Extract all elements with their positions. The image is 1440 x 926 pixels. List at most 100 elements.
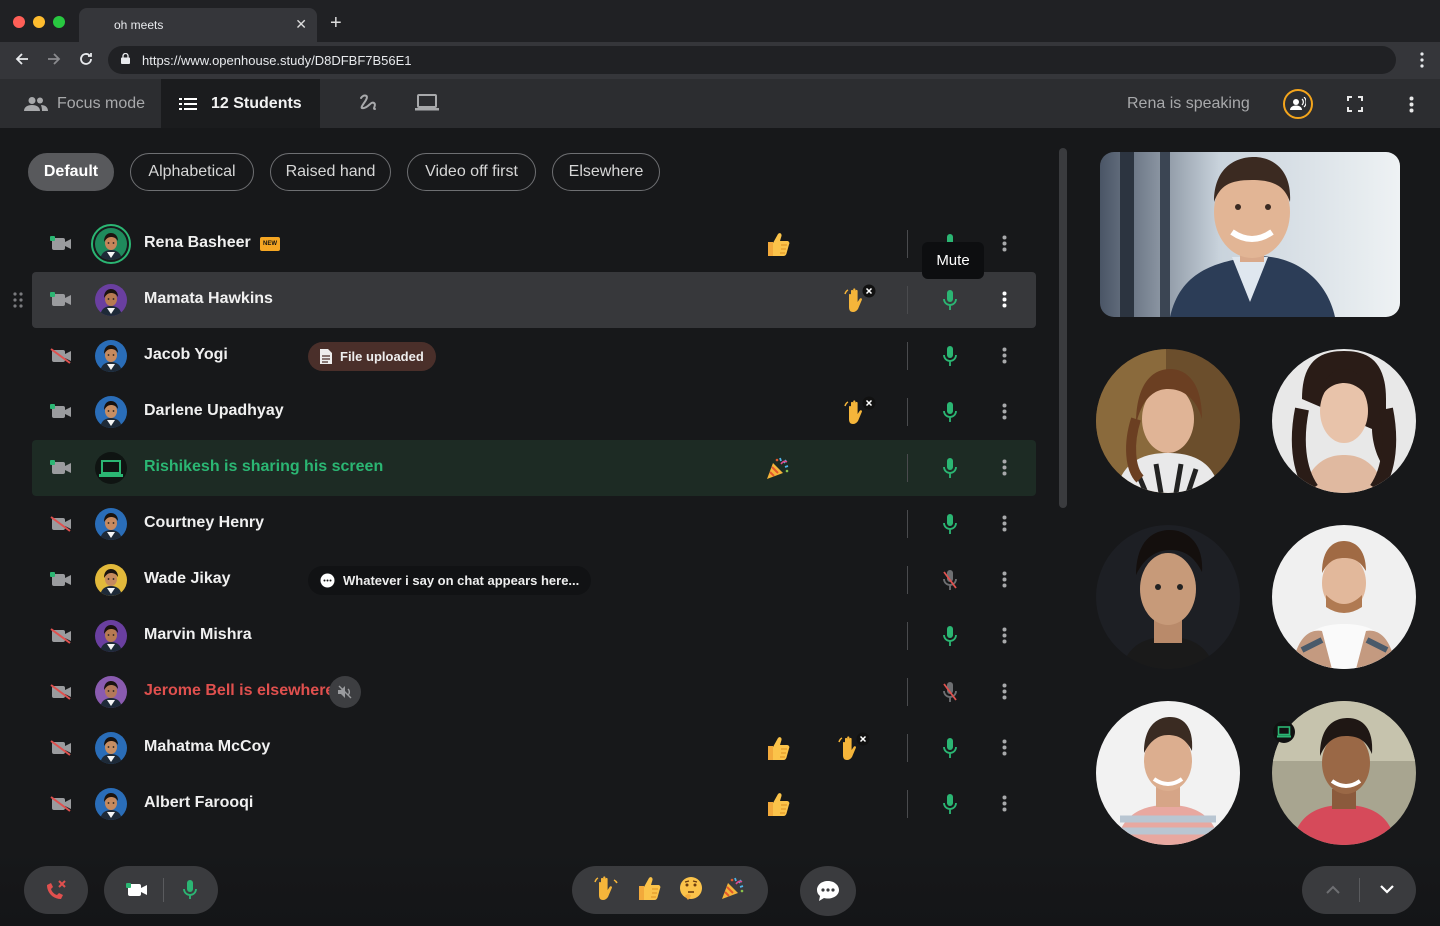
students-tab[interactable]: 12 Students [161, 79, 320, 128]
url-text: https://www.openhouse.study/D8DFBF7B56E1 [142, 53, 412, 68]
camera-off-icon [50, 796, 72, 817]
row-more-icon[interactable] [1002, 291, 1007, 313]
address-bar[interactable]: https://www.openhouse.study/D8DFBF7B56E1 [108, 46, 1396, 74]
mic-on-icon[interactable] [943, 401, 957, 428]
close-tab-icon[interactable]: ✕ [295, 16, 307, 33]
leave-call-button[interactable] [24, 866, 88, 914]
list-scrollbar[interactable] [1059, 148, 1067, 508]
filter-video-off-first[interactable]: Video off first [407, 153, 536, 191]
minimize-window-button[interactable] [33, 16, 45, 28]
lower-hand-close-icon[interactable] [862, 396, 878, 414]
active-speaker-button[interactable] [1283, 89, 1313, 119]
mic-on-icon[interactable] [943, 457, 957, 484]
avatar [95, 340, 127, 372]
thumbs-up-reaction-button[interactable] [635, 874, 663, 907]
student-row[interactable]: Rena Basheer NEW [32, 216, 1036, 272]
screen-share-icon[interactable] [415, 92, 439, 114]
filter-elsewhere[interactable]: Elsewhere [552, 153, 660, 191]
avatar [95, 284, 127, 316]
lower-hand-close-icon[interactable] [862, 284, 878, 302]
row-more-icon[interactable] [1002, 347, 1007, 369]
forward-icon[interactable] [46, 51, 62, 67]
whiteboard-icon[interactable] [358, 92, 380, 114]
student-row[interactable]: Marvin Mishra [32, 608, 1036, 664]
mic-on-icon[interactable] [943, 625, 957, 652]
camera-on-icon [50, 236, 72, 257]
mic-on-icon[interactable] [943, 737, 957, 764]
student-row[interactable]: Albert Farooqi [32, 776, 1036, 832]
student-name: Wade Jikay [144, 570, 231, 587]
reload-icon[interactable] [78, 51, 94, 67]
avatar [95, 732, 127, 764]
student-row[interactable]: Wade Jikay Whatever i say on chat appears… [32, 552, 1036, 608]
app-menu-icon[interactable] [1409, 96, 1414, 113]
drag-handle-icon[interactable] [13, 292, 23, 308]
mic-off-icon[interactable] [943, 569, 957, 596]
thumbs-up-icon [764, 734, 792, 762]
camera-icon[interactable] [126, 883, 148, 897]
file-uploaded-pill[interactable]: File uploaded [308, 342, 436, 371]
participant-video-4[interactable] [1272, 525, 1416, 669]
filter-raised-hand[interactable]: Raised hand [270, 153, 391, 191]
chat-preview-pill[interactable]: Whatever i say on chat appears here... [308, 566, 592, 595]
focus-mode-tab[interactable]: Focus mode [0, 79, 161, 128]
browser-menu-icon[interactable] [1420, 52, 1424, 68]
student-row[interactable]: Jacob Yogi File uploaded [32, 328, 1036, 384]
row-more-icon[interactable] [1002, 515, 1007, 537]
back-icon[interactable] [14, 51, 30, 67]
student-name: Rena Basheer [144, 234, 251, 251]
thumbs-up-icon [764, 790, 792, 818]
party-reaction-button[interactable] [719, 874, 747, 907]
row-more-icon[interactable] [1002, 795, 1007, 817]
filter-alphabetical[interactable]: Alphabetical [130, 153, 254, 191]
student-row[interactable]: Courtney Henry [32, 496, 1036, 552]
row-more-icon[interactable] [1002, 235, 1007, 257]
zoom-window-button[interactable] [53, 16, 65, 28]
pager-controls [1302, 866, 1416, 914]
participant-video-6[interactable] [1272, 701, 1416, 845]
row-more-icon[interactable] [1002, 459, 1007, 481]
mic-off-icon[interactable] [943, 681, 957, 708]
row-more-icon[interactable] [1002, 571, 1007, 593]
lower-hand-close-icon[interactable] [856, 732, 872, 750]
mic-on-icon[interactable] [943, 345, 957, 372]
new-tab-button[interactable]: + [330, 12, 342, 35]
row-divider [907, 622, 908, 650]
filter-default[interactable]: Default [28, 153, 114, 191]
speaker-muted-icon[interactable] [329, 676, 361, 708]
end-call-icon [47, 880, 66, 899]
pill-text: File uploaded [340, 349, 424, 364]
student-row[interactable]: Darlene Upadhyay [32, 384, 1036, 440]
camera-on-icon [50, 460, 72, 481]
row-more-icon[interactable] [1002, 403, 1007, 425]
student-name: Marvin Mishra [144, 626, 252, 643]
row-more-icon[interactable] [1002, 739, 1007, 761]
chevron-down-icon[interactable] [1380, 885, 1394, 894]
participant-video-2[interactable] [1272, 349, 1416, 493]
participant-video-5[interactable] [1096, 701, 1240, 845]
chevron-up-icon[interactable] [1326, 885, 1340, 894]
focus-mode-label: Focus mode [57, 94, 146, 112]
student-row[interactable]: Mamata Hawkins [13, 272, 1036, 328]
participant-video-1[interactable] [1096, 349, 1240, 493]
participant-photo [1272, 525, 1416, 669]
mic-on-icon[interactable] [943, 289, 957, 316]
browser-tab[interactable]: oh meets ✕ [79, 8, 317, 42]
student-row[interactable]: Rishikesh is sharing his screen [32, 440, 1036, 496]
close-window-button[interactable] [13, 16, 25, 28]
student-row[interactable]: Jerome Bell is elsewhere [32, 664, 1036, 720]
chat-button[interactable] [800, 866, 856, 916]
row-more-icon[interactable] [1002, 627, 1007, 649]
mic-icon[interactable] [183, 880, 197, 900]
row-more-icon[interactable] [1002, 683, 1007, 705]
participant-video-3[interactable] [1096, 525, 1240, 669]
thinking-reaction-button[interactable] [677, 874, 705, 907]
row-divider [907, 790, 908, 818]
mic-on-icon[interactable] [943, 513, 957, 540]
mic-on-icon[interactable] [943, 793, 957, 820]
raised-hand-reaction-button[interactable] [593, 874, 621, 907]
speaker-video[interactable] [1100, 152, 1400, 317]
row-divider [907, 286, 908, 314]
student-row[interactable]: Mahatma McCoy [32, 720, 1036, 776]
fullscreen-icon[interactable] [1347, 96, 1363, 112]
